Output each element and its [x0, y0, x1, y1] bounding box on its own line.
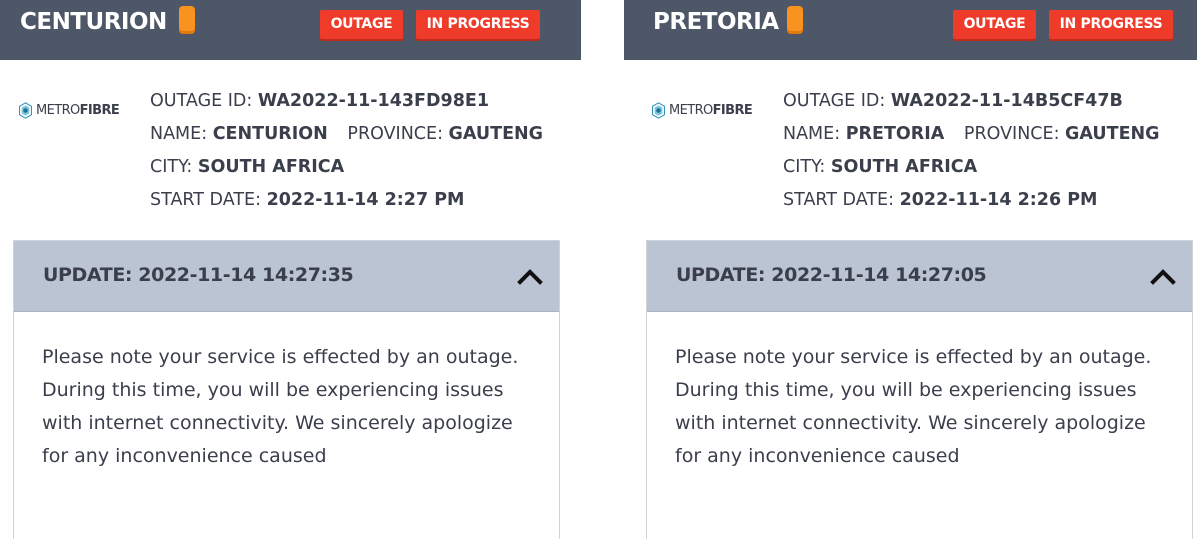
name-value: PRETORIA: [845, 124, 945, 144]
start-date-value: 2022-11-14 2:26 PM: [899, 190, 1098, 210]
outage-id-label: OUTAGE ID:: [150, 91, 253, 111]
card-header: PRETORIA OUTAGE IN PROGRESS: [624, 0, 1197, 60]
in-progress-badge: IN PROGRESS: [416, 10, 540, 39]
province-value: GAUTENG: [448, 124, 544, 144]
outage-id-value: WA2022-11-143FD98E1: [257, 91, 490, 111]
name-province-row: NAME: CENTURION PROVINCE: GAUTENG: [150, 118, 543, 151]
start-date-value: 2022-11-14 2:27 PM: [266, 190, 465, 210]
outage-id-label: OUTAGE ID:: [783, 91, 886, 111]
card-title: CENTURION: [20, 9, 167, 35]
status-indicator-icon: [179, 6, 195, 34]
card-header: CENTURION OUTAGE IN PROGRESS: [0, 0, 581, 60]
city-row: CITY: SOUTH AFRICA: [783, 151, 1160, 184]
logo-text-fibre: FIBRE: [712, 102, 753, 118]
update-title: UPDATE: 2022-11-14 14:27:35: [43, 264, 354, 286]
card-title: PRETORIA: [653, 9, 779, 35]
metrofibre-hexagon-logo-icon: [652, 101, 665, 119]
outage-id-row: OUTAGE ID: WA2022-11-14B5CF47B: [783, 85, 1160, 118]
metrofibre-logo: METROFIBRE: [650, 101, 753, 119]
start-date-row: START DATE: 2022-11-14 2:27 PM: [150, 184, 543, 217]
outage-card-pretoria: PRETORIA OUTAGE IN PROGRESS METROFIBRE O…: [624, 0, 1197, 539]
logo-text-metro: METRO: [669, 102, 713, 118]
city-value: SOUTH AFRICA: [830, 157, 978, 177]
update-accordion-header[interactable]: UPDATE: 2022-11-14 14:27:05: [647, 241, 1192, 312]
outage-id-value: WA2022-11-14B5CF47B: [890, 91, 1123, 111]
name-label: NAME:: [150, 124, 208, 144]
update-accordion-header[interactable]: UPDATE: 2022-11-14 14:27:35: [14, 241, 559, 312]
start-date-label: START DATE:: [783, 190, 894, 210]
outage-info: OUTAGE ID: WA2022-11-14B5CF47B NAME: PRE…: [783, 85, 1160, 217]
metrofibre-logo: METROFIBRE: [17, 101, 120, 119]
chevron-up-icon[interactable]: [517, 267, 543, 285]
metrofibre-hexagon-logo-icon: [19, 101, 32, 119]
city-label: CITY:: [150, 157, 193, 177]
logo-text-fibre: FIBRE: [79, 102, 120, 118]
city-value: SOUTH AFRICA: [197, 157, 345, 177]
in-progress-badge: IN PROGRESS: [1049, 10, 1173, 39]
province-label: PROVINCE:: [963, 124, 1060, 144]
update-title: UPDATE: 2022-11-14 14:27:05: [676, 264, 987, 286]
update-body-text: Please note your service is effected by …: [42, 346, 519, 467]
city-label: CITY:: [783, 157, 826, 177]
outage-badge: OUTAGE: [320, 10, 403, 39]
update-accordion: UPDATE: 2022-11-14 14:27:05 Please note …: [646, 240, 1193, 539]
chevron-up-icon[interactable]: [1150, 267, 1176, 285]
status-indicator-icon: [787, 6, 803, 34]
city-row: CITY: SOUTH AFRICA: [150, 151, 543, 184]
name-value: CENTURION: [212, 124, 328, 144]
card-gutter: [581, 0, 624, 538]
update-accordion: UPDATE: 2022-11-14 14:27:35 Please note …: [13, 240, 560, 539]
outage-id-row: OUTAGE ID: WA2022-11-143FD98E1: [150, 85, 543, 118]
start-date-label: START DATE:: [150, 190, 261, 210]
logo-text-metro: METRO: [36, 102, 80, 118]
name-province-row: NAME: PRETORIA PROVINCE: GAUTENG: [783, 118, 1160, 151]
outage-card-centurion: CENTURION OUTAGE IN PROGRESS METROFIBRE …: [0, 0, 581, 539]
outage-info: OUTAGE ID: WA2022-11-143FD98E1 NAME: CEN…: [150, 85, 543, 217]
outage-badge: OUTAGE: [953, 10, 1036, 39]
name-label: NAME:: [783, 124, 841, 144]
start-date-row: START DATE: 2022-11-14 2:26 PM: [783, 184, 1160, 217]
province-value: GAUTENG: [1065, 124, 1160, 144]
province-label: PROVINCE:: [347, 124, 443, 144]
update-body-text: Please note your service is effected by …: [675, 346, 1152, 467]
